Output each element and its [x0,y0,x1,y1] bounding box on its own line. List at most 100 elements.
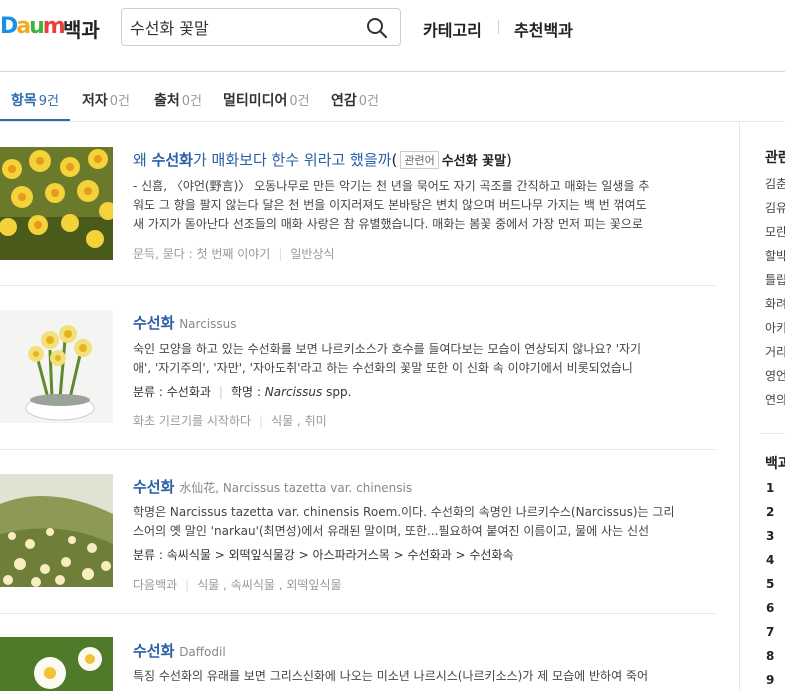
tab-label: 연감 [331,93,357,109]
search-box [121,8,401,46]
right-divider [760,433,785,434]
tab-count: 0건 [289,94,310,109]
title-text: 가 매화보다 한수 위라고 했을까 [192,151,392,169]
tab-sources[interactable]: 출처 0건 [154,90,202,110]
related-tag: 관련어 [400,151,439,169]
rank-number[interactable]: 7 [766,625,774,639]
tab-count: 0건 [358,94,379,109]
rank-number[interactable]: 1 [766,481,774,495]
result-divider [0,285,715,286]
scientific-name-suffix: spp. [322,385,352,399]
result-title[interactable]: 왜 수선화가 매화보다 한수 위라고 했을까(관련어 수선화 꽃말) [133,149,512,170]
tab-label: 저자 [82,93,108,109]
potted-daffodil-image [0,310,113,423]
source-category[interactable]: 식물 , 속씨식물 , 외떡잎식물 [197,578,341,592]
title-subtitle: Daffodil [179,645,226,659]
related-item[interactable]: 모란 [765,223,785,240]
tab-multimedia[interactable]: 멀티미디어 0건 [223,90,310,110]
source-name[interactable]: 화초 기르기를 시작하다 [133,414,251,428]
result-tabs: 항목 9건 저자 0건 출처 0건 멀티미디어 0건 연감 0건 [0,72,785,122]
title-keyword: 수선화 [151,151,193,169]
tabs-divider [0,121,785,122]
result-thumbnail[interactable] [0,310,113,423]
result-description: 특징 수선화의 유래를 보면 그리스신화에 나오는 미소년 나르시스(나르키소스… [133,667,693,686]
rank-number[interactable]: 3 [766,529,774,543]
title-text: 왜 [133,151,152,169]
related-item[interactable]: 할박 [765,247,785,264]
header: Daum 백과 카테고리 추천백과 [0,0,785,72]
result-divider [0,449,715,450]
rank-number[interactable]: 4 [766,553,774,567]
related-item[interactable]: 김유 [765,199,785,216]
desc-line: 워도 그 향을 팔지 않는다 달은 천 번을 이지러져도 본바탕은 변치 않으며… [133,198,647,212]
result-source: 문득, 묻다 : 첫 번째 이야기 | 일반상식 [133,247,335,261]
logo-letter: u [29,14,45,39]
tab-label: 멀티미디어 [223,93,288,109]
daffodil-field-image [0,147,113,260]
desc-line: 애', '자기주의', '자만', '자아도취'라고 하는 수선화의 꽃말 또한… [133,361,633,375]
title-keyword: 수선화 [133,642,175,660]
search-input[interactable] [130,15,360,39]
nav-category[interactable]: 카테고리 [423,17,482,41]
related-item[interactable]: 아키 [765,319,785,336]
result-source: 다음백과 | 식물 , 속씨식물 , 외떡잎식물 [133,578,342,592]
rank-number[interactable]: 9 [766,673,774,687]
result-title[interactable]: 수선화 Narcissus [133,312,236,333]
title-subtitle: Narcissus [179,317,237,331]
logo-letter: a [16,14,31,39]
related-term: 수선화 꽃말 [441,154,507,169]
white-daffodil-image [0,637,113,691]
source-name[interactable]: 다음백과 [133,578,177,592]
service-name[interactable]: 백과 [63,14,100,43]
related-item[interactable]: 거리 [765,343,785,360]
rank-number[interactable]: 6 [766,601,774,615]
tab-label: 항목 [11,93,37,109]
tab-label: 출처 [154,93,180,109]
nav-divider [498,20,499,34]
related-item[interactable]: 연의 [765,391,785,408]
logo-letter: m [42,14,66,39]
result-thumbnail[interactable] [0,147,113,260]
title-keyword: 수선화 [133,314,175,332]
result-source: 화초 기르기를 시작하다 | 식물 , 취미 [133,414,327,428]
daum-logo[interactable]: Daum [0,14,66,39]
title-keyword: 수선화 [133,478,175,496]
tab-items[interactable]: 항목 9건 [11,90,59,110]
desc-line: 특징 수선화의 유래를 보면 그리스신화에 나오는 미소년 나르시스(나르키소스… [133,669,649,683]
rank-number[interactable]: 5 [766,577,774,591]
title-subtitle: 水仙花, Narcissus tazetta var. chinensis [179,481,413,495]
result-thumbnail[interactable] [0,637,113,691]
related-item[interactable]: 틀립 [765,271,785,288]
tab-count: 0건 [109,94,130,109]
nav-recommended[interactable]: 추천백과 [514,17,573,41]
result-title[interactable]: 수선화 水仙花, Narcissus tazetta var. chinensi… [133,476,412,497]
result-thumbnail[interactable] [0,474,113,587]
desc-line: - 신흠, 〈야언(野言)〉 오동나무로 만든 악기는 천 년을 묵어도 자기 … [133,179,650,193]
result-title[interactable]: 수선화 Daffodil [133,640,226,661]
related-item[interactable]: 화려 [765,295,785,312]
classification: 분류 : 속씨식물 > 외떡잎식물강 > 아스파라거스목 > 수선화과 > 수선… [133,548,514,562]
search-icon[interactable] [366,17,388,39]
tab-authors[interactable]: 저자 0건 [82,90,130,110]
right-column-border [739,122,740,691]
tab-count: 0건 [181,94,202,109]
rank-number[interactable]: 2 [766,505,774,519]
daffodil-hillside-image [0,474,113,587]
desc-line: 새 가지가 돋아난다 선조들의 매화 사랑은 참 유별했습니다. 매화는 봄꽃 … [133,217,643,231]
logo-letter: D [0,14,18,39]
related-item[interactable]: 김춘 [765,175,785,192]
source-category[interactable]: 일반상식 [290,247,334,261]
source-category[interactable]: 식물 , 취미 [271,414,327,428]
source-name[interactable]: 문득, 묻다 : 첫 번째 이야기 [133,247,270,261]
scientific-name: Narcissus [264,385,323,399]
result-description: 학명은 Narcissus tazetta var. chinensis Roe… [133,503,693,541]
rank-heading: 백과 [765,456,785,472]
result-description: - 신흠, 〈야언(野言)〉 오동나무로 만든 악기는 천 년을 묵어도 자기 … [133,177,693,234]
result-meta: 분류 : 속씨식물 > 외떡잎식물강 > 아스파라거스목 > 수선화과 > 수선… [133,546,514,563]
classification: 분류 : 수선화과 [133,385,211,399]
rank-number[interactable]: 8 [766,649,774,663]
related-heading: 관련 [765,150,785,166]
related-item[interactable]: 영언 [765,367,785,384]
tab-yearbook[interactable]: 연감 0건 [331,90,379,110]
desc-line: 스어의 옛 말인 'narkau'(최면성)에서 유래된 말이며, 또한...필… [133,524,650,538]
